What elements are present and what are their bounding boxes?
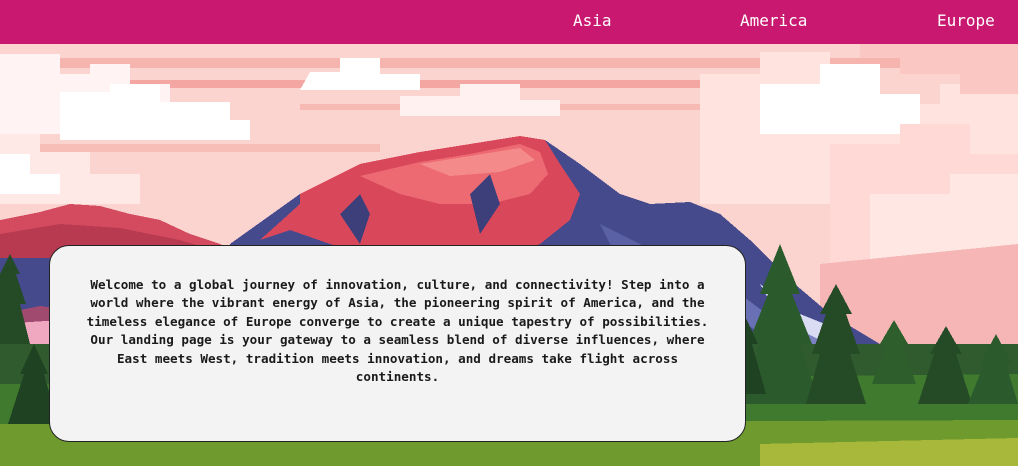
top-navbar: Asia America Europe: [0, 0, 1018, 44]
landing-page: Asia America Europe Welcome to a global …: [0, 0, 1018, 466]
intro-text: Welcome to a global journey of innovatio…: [86, 277, 709, 385]
nav-link-america[interactable]: America: [740, 11, 807, 31]
nav-link-asia[interactable]: Asia: [573, 11, 612, 31]
intro-card: Welcome to a global journey of innovatio…: [49, 245, 746, 442]
nav-link-europe[interactable]: Europe: [937, 11, 995, 31]
